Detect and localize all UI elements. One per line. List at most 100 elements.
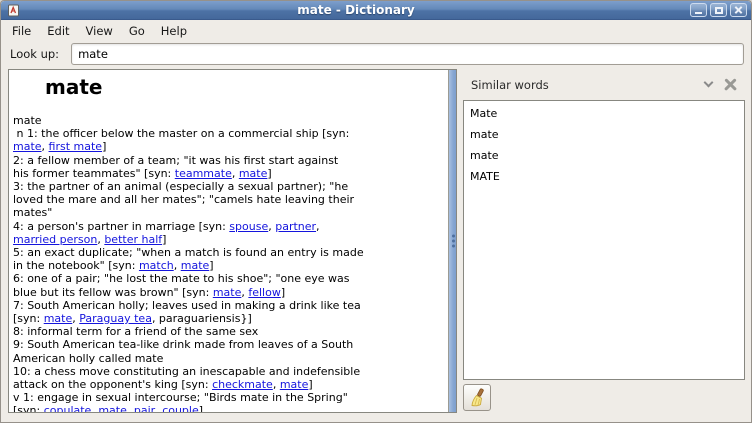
definition-text-segment: 5: an exact duplicate; "when a match is … bbox=[13, 246, 364, 259]
definition-link[interactable]: fellow bbox=[248, 286, 280, 299]
definition-text-segment: [syn: bbox=[13, 312, 44, 325]
definition-text-segment: American holly called mate bbox=[13, 352, 163, 365]
app-window: mate - Dictionary FileEditViewGoHelp Loo… bbox=[0, 0, 752, 423]
panel-close-button[interactable] bbox=[719, 75, 741, 95]
definition-link[interactable]: mate bbox=[213, 286, 242, 299]
menu-item-edit[interactable]: Edit bbox=[39, 21, 77, 41]
lookup-label: Look up: bbox=[10, 47, 59, 61]
definition-line: mate bbox=[13, 114, 442, 127]
window-title: mate - Dictionary bbox=[22, 2, 690, 19]
definition-text-segment: , bbox=[316, 220, 320, 233]
definition-link[interactable]: checkmate bbox=[212, 378, 273, 391]
definition-line: loved the mare and all her mates"; "came… bbox=[13, 193, 442, 206]
definition-link[interactable]: pair bbox=[134, 404, 155, 413]
definition-text-segment: 4: a person's partner in marriage [syn: bbox=[13, 220, 229, 233]
maximize-button[interactable] bbox=[710, 3, 727, 17]
definition-line: married person, better half] bbox=[13, 233, 442, 246]
lookup-bar: Look up: bbox=[1, 41, 751, 67]
definition-text-segment: 3: the partner of an animal (especially … bbox=[13, 180, 348, 193]
definition-text-segment: , bbox=[127, 404, 134, 413]
definition-line: mates" bbox=[13, 206, 442, 219]
definition-text-segment: 6: one of a pair; "he lost the mate to h… bbox=[13, 272, 350, 285]
menu-item-view[interactable]: View bbox=[78, 21, 121, 41]
definition-link[interactable]: partner bbox=[275, 220, 316, 233]
definition-text-segment: ] bbox=[209, 259, 213, 272]
similar-word-item[interactable]: mate bbox=[464, 124, 744, 145]
definition-line: [syn: copulate, mate, pair, couple] bbox=[13, 404, 442, 413]
definition-line: [syn: mate, Paraguay tea, paraguariensis… bbox=[13, 312, 442, 325]
definition-link[interactable]: better half bbox=[104, 233, 162, 246]
titlebar[interactable]: mate - Dictionary bbox=[1, 1, 751, 20]
close-icon bbox=[734, 6, 743, 15]
definition-text-segment: n 1: the officer below the master on a c… bbox=[13, 127, 349, 140]
dictionary-book-icon bbox=[7, 4, 20, 17]
similar-word-item[interactable]: mate bbox=[464, 145, 744, 166]
minimize-button[interactable] bbox=[690, 3, 707, 17]
definition-line: blue but its fellow was brown" [syn: mat… bbox=[13, 286, 442, 299]
definition-line: n 1: the officer below the master on a c… bbox=[13, 127, 442, 140]
definition-text-segment: , bbox=[232, 167, 239, 180]
definition-pane: mate mate n 1: the officer below the mas… bbox=[8, 69, 457, 413]
definition-line: 4: a person's partner in marriage [syn: … bbox=[13, 220, 442, 233]
definition-link[interactable]: couple bbox=[162, 404, 199, 413]
definition-line: American holly called mate bbox=[13, 352, 442, 365]
definition-line: 2: a fellow member of a team; "it was hi… bbox=[13, 154, 442, 167]
definition-link[interactable]: mate bbox=[181, 259, 210, 272]
similar-word-item[interactable]: MATE bbox=[464, 166, 744, 187]
definition-line: v 1: engage in sexual intercourse; "Bird… bbox=[13, 391, 442, 404]
panel-close-icon bbox=[724, 78, 737, 91]
vertical-scrollbar[interactable] bbox=[448, 70, 456, 412]
definition-link[interactable]: match bbox=[139, 259, 174, 272]
definition-text-segment: , paraguariensis}] bbox=[152, 312, 252, 325]
definition-link[interactable]: copulate bbox=[44, 404, 92, 413]
definition-line: 8: informal term for a friend of the sam… bbox=[13, 325, 442, 338]
definition-line: 7: South American holly; leaves used in … bbox=[13, 299, 442, 312]
definition-text-segment: his former teammates" [syn: bbox=[13, 167, 175, 180]
definition-text-segment: ] bbox=[308, 378, 312, 391]
close-button[interactable] bbox=[730, 3, 747, 17]
definition-text-segment: ] bbox=[281, 286, 285, 299]
definition-text-segment: 10: a chess move constituting an inescap… bbox=[13, 365, 360, 378]
definition-text-segment: ] bbox=[199, 404, 203, 413]
minimize-icon bbox=[695, 12, 702, 14]
definition-content: mate mate n 1: the officer below the mas… bbox=[9, 70, 456, 413]
definition-text-segment: ] bbox=[267, 167, 271, 180]
definition-link[interactable]: Paraguay tea bbox=[79, 312, 152, 325]
definition-text-segment: loved the mare and all her mates"; "came… bbox=[13, 193, 354, 206]
definition-text-segment: blue but its fellow was brown" [syn: bbox=[13, 286, 213, 299]
definition-link[interactable]: first mate bbox=[49, 140, 103, 153]
broom-icon bbox=[468, 388, 487, 407]
menu-item-go[interactable]: Go bbox=[121, 21, 153, 41]
definition-link[interactable]: mate bbox=[13, 140, 42, 153]
maximize-icon bbox=[715, 7, 723, 14]
sidebar-actions bbox=[463, 380, 745, 413]
definition-link[interactable]: mate bbox=[98, 404, 127, 413]
clear-button[interactable] bbox=[463, 384, 491, 411]
definition-link[interactable]: mate bbox=[239, 167, 268, 180]
definition-link[interactable]: mate bbox=[280, 378, 309, 391]
definition-text-segment: attack on the opponent's king [syn: bbox=[13, 378, 212, 391]
definition-link[interactable]: married person bbox=[13, 233, 97, 246]
definition-text-segment: mate bbox=[13, 114, 42, 127]
definition-line: 10: a chess move constituting an inescap… bbox=[13, 365, 442, 378]
similar-words-list: MatematemateMATE bbox=[463, 100, 745, 380]
definition-text-segment: ] bbox=[102, 140, 106, 153]
headword: mate bbox=[45, 75, 442, 99]
chevron-down-icon bbox=[703, 78, 713, 88]
definition-text-segment: 2: a fellow member of a team; "it was hi… bbox=[13, 154, 338, 167]
definition-link[interactable]: teammate bbox=[175, 167, 232, 180]
panel-collapse-button[interactable] bbox=[697, 75, 719, 95]
definition-line: mate, first mate] bbox=[13, 140, 442, 153]
definition-line: in the notebook" [syn: match, mate] bbox=[13, 259, 442, 272]
definition-text-segment: , bbox=[174, 259, 181, 272]
similar-word-item[interactable]: Mate bbox=[464, 103, 744, 124]
menu-item-help[interactable]: Help bbox=[153, 21, 195, 41]
definition-text-segment: mates" bbox=[13, 206, 52, 219]
definition-link[interactable]: mate bbox=[44, 312, 73, 325]
similar-words-header: Similar words bbox=[463, 69, 745, 100]
definition-link[interactable]: spouse bbox=[229, 220, 268, 233]
definition-text-segment: v 1: engage in sexual intercourse; "Bird… bbox=[13, 391, 348, 404]
main-area: mate mate n 1: the officer below the mas… bbox=[1, 67, 751, 422]
lookup-input[interactable] bbox=[71, 43, 744, 65]
menu-item-file[interactable]: File bbox=[4, 21, 39, 41]
